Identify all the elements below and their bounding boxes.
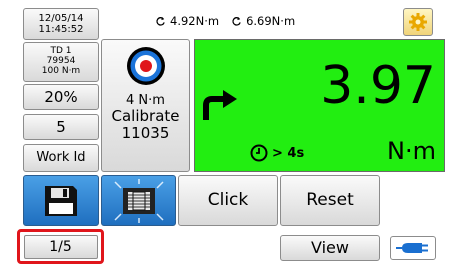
page-button[interactable]: 1/5 xyxy=(23,234,98,259)
percent-button[interactable]: 20% xyxy=(23,84,99,110)
tool-button[interactable] xyxy=(101,175,176,226)
click-button[interactable]: Click xyxy=(178,175,278,226)
reset-button[interactable]: Reset xyxy=(280,175,380,226)
tool-info-button[interactable]: TD 1 79954 100 N·m xyxy=(23,42,99,82)
time-text: 11:45:52 xyxy=(38,24,84,35)
calibrate-button[interactable]: 4 N·m Calibrate 11035 xyxy=(101,39,190,172)
percent-text: 20% xyxy=(44,87,78,106)
peak-value-1: 4.92N·m xyxy=(170,14,220,28)
peak-arrow-icon xyxy=(156,16,165,26)
count-button[interactable]: 5 xyxy=(23,114,99,140)
clock-icon xyxy=(250,144,268,162)
torque-screen: 12/05/14 11:45:52 TD 1 79954 100 N·m 20%… xyxy=(0,0,451,267)
usb-plug-icon xyxy=(396,243,428,253)
settings-button[interactable] xyxy=(403,8,433,36)
count-text: 5 xyxy=(56,117,66,136)
floppy-disk-icon xyxy=(45,185,77,216)
peak-value-2: 6.69N·m xyxy=(246,14,296,28)
peak-readings: 4.92N·m 6.69N·m xyxy=(155,13,295,29)
calibrate-label: Calibrate xyxy=(111,107,180,126)
date-text: 12/05/14 xyxy=(38,13,84,24)
work-id-button[interactable]: Work Id xyxy=(23,144,99,172)
click-label: Click xyxy=(207,190,249,211)
connection-button[interactable] xyxy=(390,236,436,260)
reset-label: Reset xyxy=(306,190,354,211)
peak-arrow-icon xyxy=(232,16,241,26)
gear-icon xyxy=(409,13,427,31)
clockwise-arrow-icon xyxy=(203,90,237,120)
view-label: View xyxy=(311,238,349,258)
save-button[interactable] xyxy=(23,175,99,226)
target-icon xyxy=(126,47,165,85)
torque-unit: N·m xyxy=(387,137,436,165)
calibrate-number: 11035 xyxy=(121,123,170,142)
torque-tool-icon xyxy=(113,178,164,223)
tool-capacity-text: 100 N·m xyxy=(41,65,81,76)
timer-indicator: > 4s xyxy=(250,144,304,162)
torque-value: 3.97 xyxy=(320,56,436,116)
page-indicator-highlight: 1/5 xyxy=(17,229,104,264)
torque-reading-panel: 3.97 N·m > 4s xyxy=(194,39,445,172)
datetime-display: 12/05/14 11:45:52 xyxy=(23,8,99,40)
view-button[interactable]: View xyxy=(280,235,380,261)
work-id-label: Work Id xyxy=(36,149,86,165)
page-text: 1/5 xyxy=(49,238,72,255)
calibrate-torque: 4 N·m xyxy=(126,93,165,108)
timer-text: > 4s xyxy=(272,145,305,161)
